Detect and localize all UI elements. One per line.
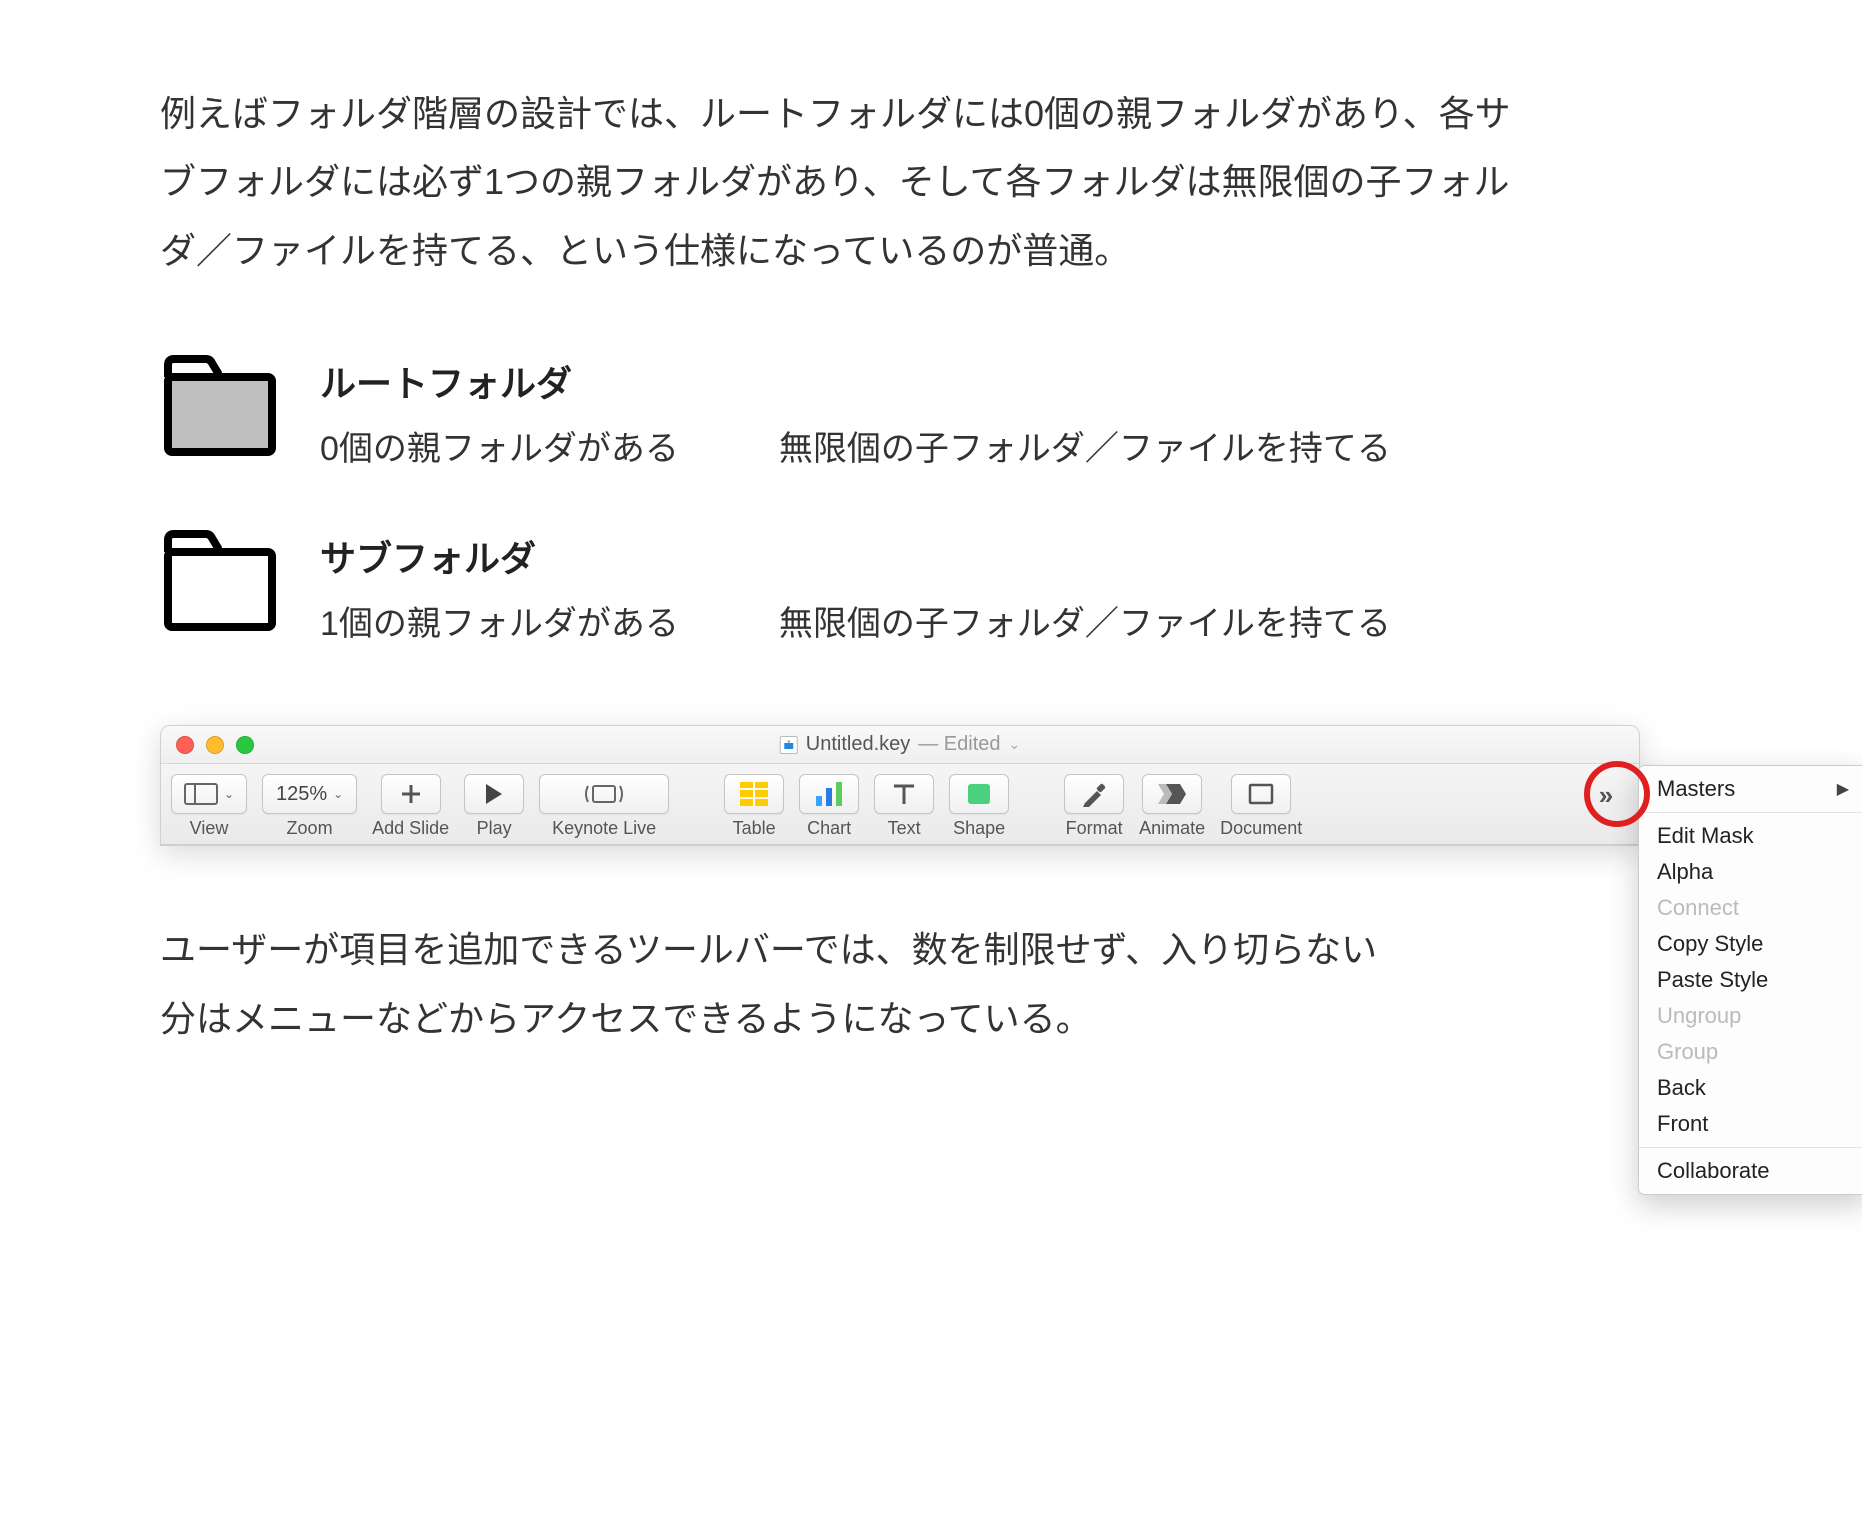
folder-row: ルートフォルダ 0個の親フォルダがある 無限個の子フォルダ／ファイルを持てる — [160, 355, 1702, 470]
play-button[interactable] — [464, 774, 524, 814]
menu-item-label: Back — [1657, 1075, 1706, 1101]
caption-paragraph: ユーザーが項目を追加できるツールバーでは、数を制限せず、入り切らない分はメニュー… — [160, 916, 1380, 1053]
folder-row: サブフォルダ 1個の親フォルダがある 無限個の子フォルダ／ファイルを持てる — [160, 530, 1702, 645]
toolbar-item-format: Format — [1064, 774, 1124, 839]
menu-item-paste-style[interactable]: Paste Style — [1639, 962, 1862, 998]
window-titlebar: Untitled.key — Edited ⌄ — [161, 726, 1639, 764]
intro-paragraph: 例えばフォルダ階層の設計では、ルートフォルダには0個の親フォルダがあり、各サブフ… — [160, 80, 1540, 285]
keynote-toolbar: ⌄ View 125%⌄ Zoom Add Slide Play Keynote Live T… — [161, 764, 1639, 845]
menu-item-collaborate[interactable]: Collaborate — [1639, 1153, 1862, 1189]
folder-children-desc: 無限個の子フォルダ／ファイルを持てる — [779, 596, 1391, 645]
traffic-lights — [176, 736, 254, 754]
menu-item-ungroup: Ungroup — [1639, 998, 1862, 1034]
chart-label: Chart — [807, 818, 851, 839]
toolbar-item-table: Table — [724, 774, 784, 839]
add-slide-button[interactable] — [381, 774, 441, 814]
toolbar-item-text: Text — [874, 774, 934, 839]
window-title: Untitled.key — Edited ⌄ — [780, 733, 1021, 756]
submenu-arrow-icon: ▶ — [1837, 779, 1849, 799]
close-window-button[interactable] — [176, 736, 194, 754]
folder-children-desc: 無限個の子フォルダ／ファイルを持てる — [779, 421, 1391, 470]
title-dropdown-caret-icon[interactable]: ⌄ — [1009, 736, 1021, 753]
view-label: View — [190, 818, 229, 839]
menu-item-label: Front — [1657, 1111, 1708, 1137]
menu-separator — [1639, 1147, 1862, 1148]
add-slide-label: Add Slide — [372, 818, 449, 839]
toolbar-item-add-slide: Add Slide — [372, 774, 449, 839]
toolbar-item-animate: Animate — [1139, 774, 1205, 839]
toolbar-overflow-menu: Masters ▶ Edit Mask Alpha Connect Copy Style P… — [1638, 765, 1862, 1195]
keynote-live-label: Keynote Live — [552, 818, 656, 839]
animate-button[interactable] — [1142, 774, 1202, 814]
keynote-doc-icon — [780, 736, 798, 754]
keynote-window-screenshot: Untitled.key — Edited ⌄ ⌄ View 125%⌄ Zoom Ad… — [160, 725, 1640, 846]
toolbar-item-view: ⌄ View — [171, 774, 247, 839]
shape-label: Shape — [953, 818, 1005, 839]
folder-parent-desc: 1個の親フォルダがある — [320, 596, 679, 645]
text-button[interactable] — [874, 774, 934, 814]
toolbar-item-zoom: 125%⌄ Zoom — [262, 774, 357, 839]
menu-item-alpha[interactable]: Alpha — [1639, 854, 1862, 890]
chart-button[interactable] — [799, 774, 859, 814]
zoom-window-button[interactable] — [236, 736, 254, 754]
folder-parent-desc: 0個の親フォルダがある — [320, 421, 679, 470]
toolbar-item-play: Play — [464, 774, 524, 839]
menu-item-front[interactable]: Front — [1639, 1106, 1862, 1142]
text-label: Text — [888, 818, 921, 839]
menu-item-label: Ungroup — [1657, 1003, 1741, 1029]
menu-item-connect: Connect — [1639, 890, 1862, 926]
toolbar-item-keynote-live: Keynote Live — [539, 774, 669, 839]
toolbar-item-document: Document — [1220, 774, 1302, 839]
animate-label: Animate — [1139, 818, 1205, 839]
keynote-live-button[interactable] — [539, 774, 669, 814]
table-label: Table — [733, 818, 776, 839]
folder-title: サブフォルダ — [320, 530, 1391, 582]
format-button[interactable] — [1064, 774, 1124, 814]
folder-title: ルートフォルダ — [320, 355, 1391, 407]
toolbar-item-chart: Chart — [799, 774, 859, 839]
menu-item-label: Connect — [1657, 895, 1739, 921]
zoom-label: Zoom — [287, 818, 333, 839]
menu-item-label: Collaborate — [1657, 1158, 1770, 1184]
menu-item-label: Masters — [1657, 776, 1735, 802]
minimize-window-button[interactable] — [206, 736, 224, 754]
menu-separator — [1639, 812, 1862, 813]
menu-item-label: Group — [1657, 1039, 1718, 1065]
format-label: Format — [1066, 818, 1123, 839]
menu-item-back[interactable]: Back — [1639, 1070, 1862, 1106]
menu-item-group: Group — [1639, 1034, 1862, 1070]
menu-item-label: Edit Mask — [1657, 823, 1754, 849]
toolbar-item-shape: Shape — [949, 774, 1009, 839]
menu-item-copy-style[interactable]: Copy Style — [1639, 926, 1862, 962]
view-button[interactable]: ⌄ — [171, 774, 247, 814]
table-button[interactable] — [724, 774, 784, 814]
zoom-button[interactable]: 125%⌄ — [262, 774, 357, 814]
menu-item-label: Copy Style — [1657, 931, 1763, 957]
menu-item-masters[interactable]: Masters ▶ — [1639, 771, 1862, 807]
toolbar-overflow-button[interactable]: » — [1582, 775, 1630, 815]
folder-filled-icon — [160, 355, 280, 460]
play-label: Play — [477, 818, 512, 839]
menu-item-edit-mask[interactable]: Edit Mask — [1639, 818, 1862, 854]
folder-outline-icon — [160, 530, 280, 635]
document-label: Document — [1220, 818, 1302, 839]
shape-button[interactable] — [949, 774, 1009, 814]
menu-item-label: Paste Style — [1657, 967, 1768, 993]
document-button[interactable] — [1231, 774, 1291, 814]
menu-item-label: Alpha — [1657, 859, 1713, 885]
